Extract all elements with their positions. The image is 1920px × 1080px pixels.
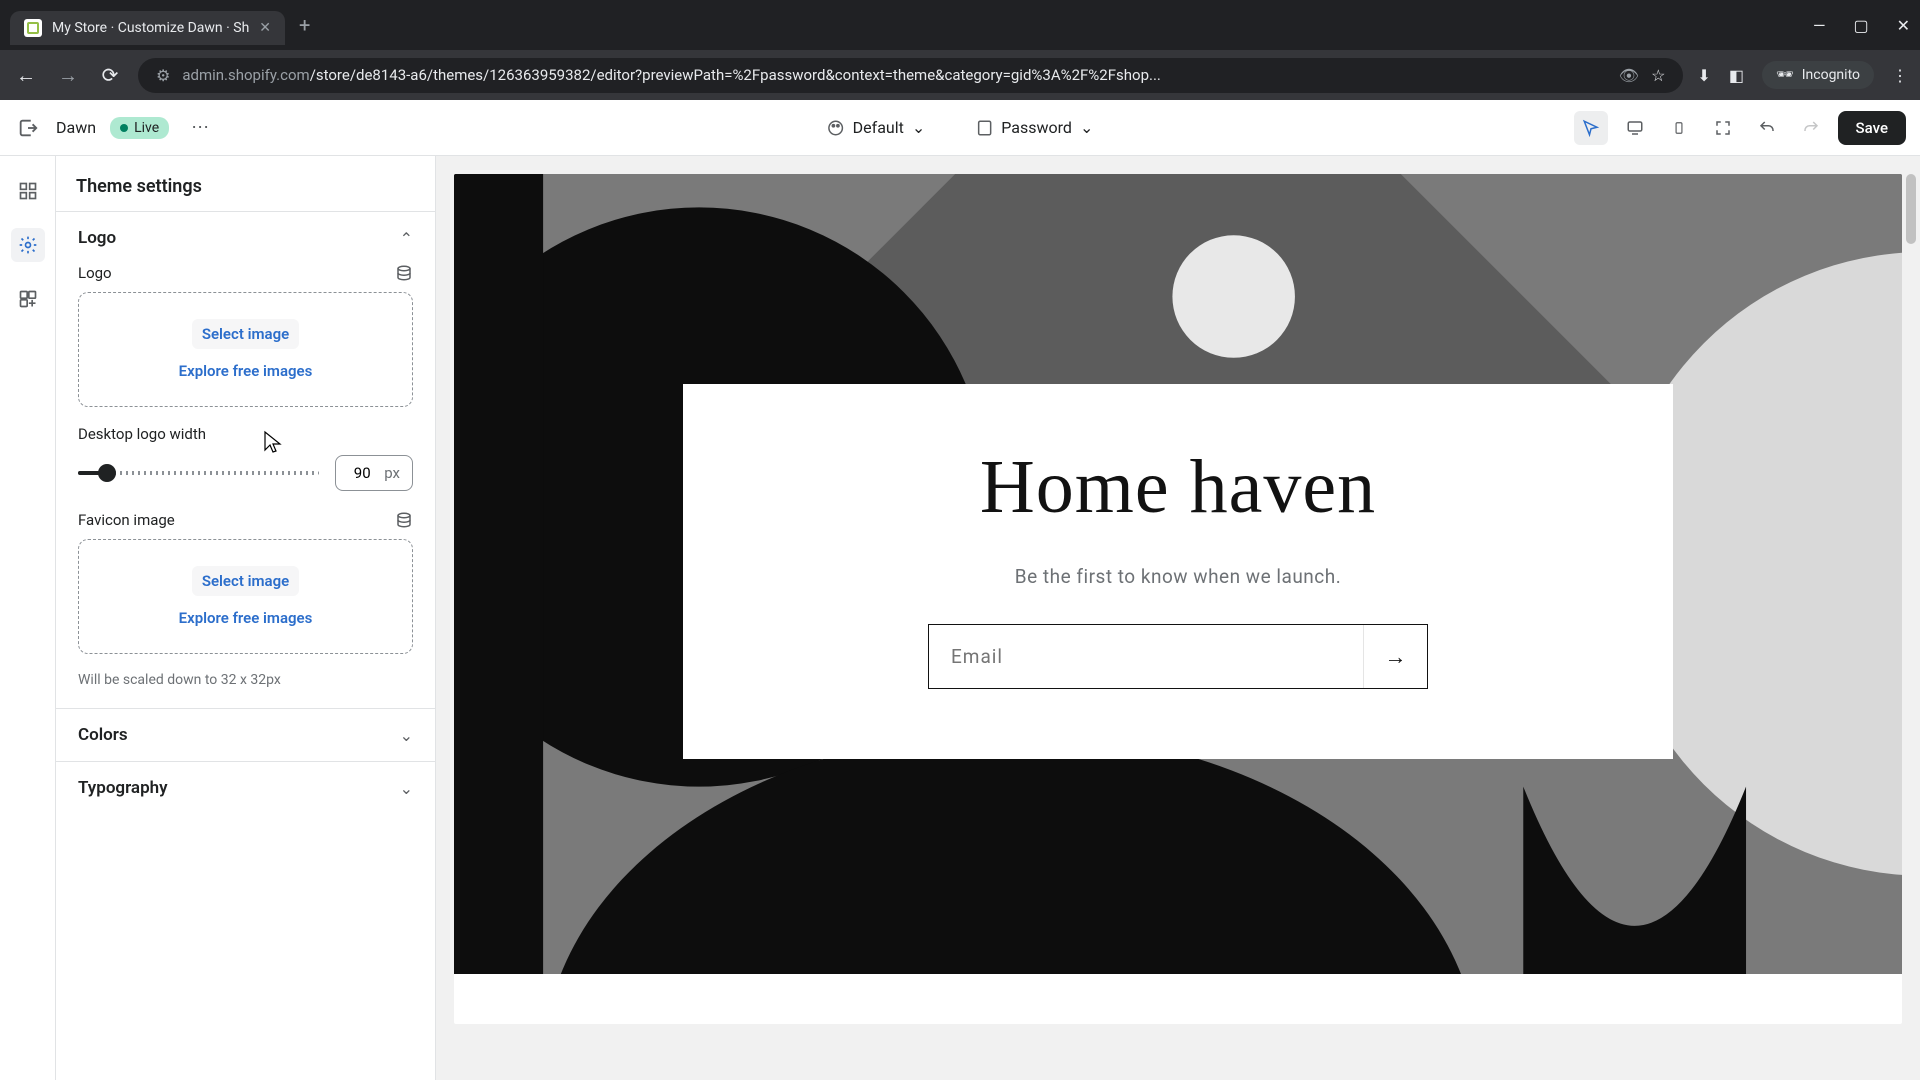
email-signup-form: → (928, 624, 1428, 689)
chevron-up-icon: ⌃ (400, 229, 413, 248)
page-icon (975, 119, 993, 137)
section-typography: Typography ⌄ (56, 761, 435, 814)
new-tab-button[interactable]: + (299, 13, 310, 37)
forward-icon[interactable]: → (54, 63, 82, 88)
logo-width-slider[interactable] (78, 471, 319, 475)
select-logo-image-button[interactable]: Select image (192, 319, 299, 349)
logo-width-label: Desktop logo width (78, 425, 413, 443)
section-colors: Colors ⌄ (56, 708, 435, 761)
dynamic-source-icon[interactable] (395, 511, 413, 529)
window-controls: — ▢ ✕ (1813, 16, 1910, 35)
section-logo-header[interactable]: Logo ⌃ (56, 212, 435, 264)
chevron-down-icon: ⌄ (1080, 118, 1093, 137)
preview-pane: Home haven Be the first to know when we … (436, 156, 1920, 1080)
editor-topbar: Dawn Live ⋯ Default ⌄ Password ⌄ Save (0, 100, 1920, 156)
favicon-helper-text: Will be scaled down to 32 x 32px (78, 672, 413, 688)
password-card: Home haven Be the first to know when we … (683, 384, 1673, 759)
settings-sidebar: Theme settings Logo ⌃ Logo Select image (56, 156, 436, 1080)
browser-tab[interactable]: My Store · Customize Dawn · Sh ✕ (10, 11, 285, 45)
url-text: admin.shopify.com/store/de8143-a6/themes… (182, 66, 1606, 84)
mobile-view-button[interactable] (1662, 111, 1696, 145)
style-dropdown[interactable]: Default ⌄ (817, 112, 936, 143)
favicon-image-dropzone[interactable]: Select image Explore free images (78, 539, 413, 654)
template-dropdown[interactable]: Password ⌄ (965, 112, 1103, 143)
more-actions-button[interactable]: ⋯ (183, 113, 217, 142)
left-rail (0, 156, 56, 1080)
inspector-mode-button[interactable] (1574, 111, 1608, 145)
redo-button[interactable] (1794, 111, 1828, 145)
bookmark-star-icon[interactable]: ☆ (1651, 66, 1665, 85)
preview-canvas[interactable]: Home haven Be the first to know when we … (454, 174, 1902, 1024)
explore-favicon-images-link[interactable]: Explore free images (179, 609, 313, 627)
favicon-field-label: Favicon image (78, 511, 175, 529)
preview-scrollbar[interactable] (1904, 174, 1918, 1062)
chevron-down-icon: ⌄ (400, 779, 413, 798)
slider-thumb[interactable] (98, 464, 116, 482)
section-colors-header[interactable]: Colors ⌄ (56, 709, 435, 761)
desktop-view-button[interactable] (1618, 111, 1652, 145)
palette-icon (827, 119, 845, 137)
logo-width-input[interactable]: 90 px (335, 455, 413, 491)
side-panel-icon[interactable]: ◧ (1729, 66, 1744, 85)
logo-field-label: Logo (78, 264, 112, 282)
email-submit-button[interactable]: → (1363, 625, 1427, 688)
close-window-icon[interactable]: ✕ (1897, 16, 1910, 35)
incognito-indicator[interactable]: 🕶 Incognito (1762, 61, 1874, 89)
hero-background: Home haven Be the first to know when we … (454, 174, 1902, 974)
sidebar-title: Theme settings (56, 156, 435, 211)
select-favicon-image-button[interactable]: Select image (192, 566, 299, 596)
theme-name: Dawn (56, 118, 96, 137)
sections-rail-button[interactable] (11, 174, 45, 208)
chevron-down-icon: ⌄ (400, 726, 413, 745)
apps-rail-button[interactable] (11, 282, 45, 316)
exit-editor-button[interactable] (14, 114, 42, 142)
section-typography-header[interactable]: Typography ⌄ (56, 762, 435, 814)
back-icon[interactable]: ← (12, 63, 40, 88)
undo-button[interactable] (1750, 111, 1784, 145)
close-tab-icon[interactable]: ✕ (259, 20, 271, 36)
section-logo: Logo ⌃ Logo Select image Explore free im… (56, 211, 435, 708)
maximize-icon[interactable]: ▢ (1853, 16, 1868, 35)
chevron-down-icon: ⌄ (912, 118, 925, 137)
logo-image-dropzone[interactable]: Select image Explore free images (78, 292, 413, 407)
explore-logo-images-link[interactable]: Explore free images (179, 362, 313, 380)
browser-address-bar: ← → ⟳ ⚙ admin.shopify.com/store/de8143-a… (0, 50, 1920, 100)
email-input[interactable] (929, 625, 1363, 688)
live-badge: Live (110, 117, 169, 139)
dynamic-source-icon[interactable] (395, 264, 413, 282)
save-button[interactable]: Save (1838, 111, 1906, 145)
theme-settings-rail-button[interactable] (11, 228, 45, 262)
browser-menu-icon[interactable]: ⋮ (1892, 66, 1908, 85)
url-field[interactable]: ⚙ admin.shopify.com/store/de8143-a6/them… (138, 58, 1683, 93)
reload-icon[interactable]: ⟳ (96, 63, 124, 87)
minimize-icon[interactable]: — (1813, 16, 1826, 35)
downloads-icon[interactable]: ⬇ (1697, 66, 1710, 85)
hide-eye-icon[interactable]: 👁 (1619, 66, 1639, 85)
site-settings-icon[interactable]: ⚙ (156, 66, 170, 85)
incognito-icon: 🕶 (1776, 67, 1794, 83)
fullscreen-view-button[interactable] (1706, 111, 1740, 145)
store-subheading: Be the first to know when we launch. (723, 565, 1633, 588)
store-heading: Home haven (723, 444, 1633, 531)
scrollbar-thumb[interactable] (1906, 174, 1916, 244)
shopify-favicon-icon (24, 19, 42, 37)
tab-title: My Store · Customize Dawn · Sh (52, 20, 249, 36)
browser-tab-strip: My Store · Customize Dawn · Sh ✕ + — ▢ ✕ (0, 0, 1920, 50)
